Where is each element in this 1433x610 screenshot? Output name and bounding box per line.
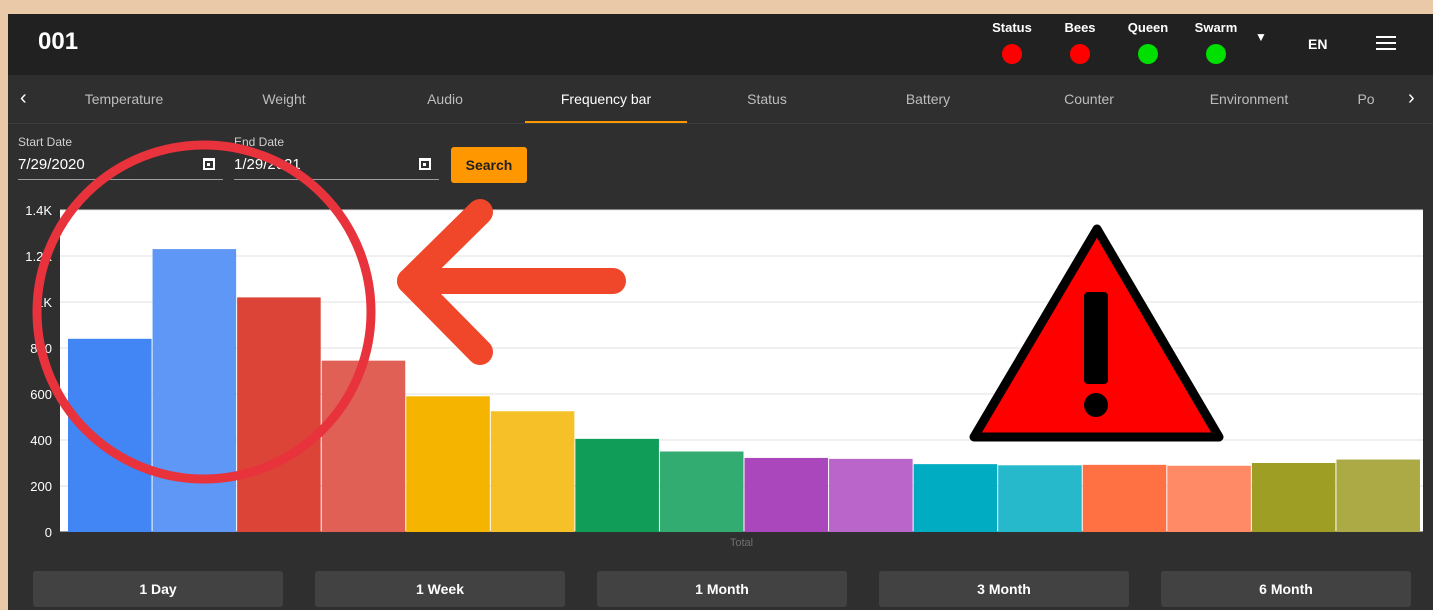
status-indicator-queen: Queen bbox=[1118, 20, 1178, 64]
x-axis-label: Total bbox=[730, 537, 753, 549]
tab-temperature[interactable]: Temperature bbox=[43, 75, 205, 123]
bar bbox=[1336, 459, 1420, 532]
start-date-field[interactable]: 7/29/2020 bbox=[18, 150, 223, 180]
frequency-chart: 0 200 400 600 800 1K 1.2K 1.4K Total bbox=[8, 197, 1433, 567]
end-date-label: End Date bbox=[234, 135, 285, 149]
status-indicator-swarm: Swarm bbox=[1186, 20, 1246, 64]
end-date-value: 1/29/2021 bbox=[234, 156, 301, 173]
indicator-label: Bees bbox=[1064, 20, 1096, 35]
bar bbox=[829, 458, 913, 532]
bar bbox=[1167, 465, 1251, 532]
range-1-month-button[interactable]: 1 Month bbox=[597, 571, 847, 607]
chevron-left-icon[interactable]: ‹ bbox=[20, 87, 27, 110]
frequency-bar-chart: 0 200 400 600 800 1K 1.2K 1.4K Total bbox=[25, 203, 1423, 549]
indicator-label: Swarm bbox=[1194, 20, 1238, 35]
status-dot-icon bbox=[1138, 44, 1158, 64]
start-date-value: 7/29/2020 bbox=[18, 156, 85, 173]
calendar-icon[interactable] bbox=[203, 158, 215, 170]
status-dot-icon bbox=[1002, 44, 1022, 64]
y-tick-label: 0 bbox=[45, 525, 52, 540]
app-window: 001 Status Bees Queen Swarm ▼ EN ‹ Tempe… bbox=[8, 14, 1433, 610]
y-tick-label: 800 bbox=[30, 341, 52, 356]
bar bbox=[744, 457, 829, 532]
y-tick-label: 600 bbox=[30, 387, 52, 402]
top-bar: 001 Status Bees Queen Swarm ▼ EN bbox=[8, 14, 1433, 75]
y-tick-label: 1.2K bbox=[25, 249, 52, 264]
range-6-month-button[interactable]: 6 Month bbox=[1161, 571, 1411, 607]
status-indicator-bees: Bees bbox=[1050, 20, 1110, 64]
calendar-icon[interactable] bbox=[419, 158, 431, 170]
indicator-label: Queen bbox=[1127, 20, 1169, 35]
tab-po[interactable]: Po bbox=[1326, 75, 1406, 123]
tab-frequency-bar[interactable]: Frequency bar bbox=[525, 75, 687, 123]
range-1-day-button[interactable]: 1 Day bbox=[33, 571, 283, 607]
bar bbox=[406, 396, 490, 532]
bar bbox=[490, 411, 575, 532]
tab-counter[interactable]: Counter bbox=[1008, 75, 1170, 123]
tab-status[interactable]: Status bbox=[686, 75, 848, 123]
indicator-label: Status bbox=[992, 20, 1032, 35]
bar bbox=[575, 438, 659, 532]
bar bbox=[321, 360, 406, 532]
tab-audio[interactable]: Audio bbox=[364, 75, 526, 123]
y-tick-label: 200 bbox=[30, 479, 52, 494]
status-dot-icon bbox=[1206, 44, 1226, 64]
hamburger-icon[interactable] bbox=[1376, 36, 1396, 50]
search-button[interactable]: Search bbox=[451, 147, 527, 183]
status-indicator-status: Status bbox=[982, 20, 1042, 64]
y-tick-label: 1K bbox=[36, 295, 52, 310]
tab-weight[interactable]: Weight bbox=[203, 75, 365, 123]
tab-battery[interactable]: Battery bbox=[847, 75, 1009, 123]
y-tick-label: 400 bbox=[30, 433, 52, 448]
tab-bar: ‹ Temperature Weight Audio Frequency bar… bbox=[8, 75, 1433, 124]
bar bbox=[237, 297, 321, 532]
start-date-label: Start Date bbox=[18, 135, 73, 149]
bar bbox=[68, 338, 152, 532]
tab-environment[interactable]: Environment bbox=[1168, 75, 1330, 123]
bar bbox=[1251, 463, 1336, 532]
bar bbox=[913, 464, 998, 532]
status-dot-icon bbox=[1070, 44, 1090, 64]
device-id: 001 bbox=[38, 28, 79, 55]
bar bbox=[1082, 464, 1167, 532]
chevron-right-icon[interactable]: › bbox=[1408, 87, 1415, 110]
end-date-field[interactable]: 1/29/2021 bbox=[234, 150, 439, 180]
caret-down-icon[interactable]: ▼ bbox=[1255, 30, 1267, 44]
bar bbox=[152, 249, 237, 532]
bar bbox=[659, 451, 744, 532]
range-3-month-button[interactable]: 3 Month bbox=[879, 571, 1129, 607]
y-tick-label: 1.4K bbox=[25, 203, 52, 218]
bar bbox=[998, 465, 1082, 532]
range-1-week-button[interactable]: 1 Week bbox=[315, 571, 565, 607]
language-selector[interactable]: EN bbox=[1308, 36, 1327, 52]
